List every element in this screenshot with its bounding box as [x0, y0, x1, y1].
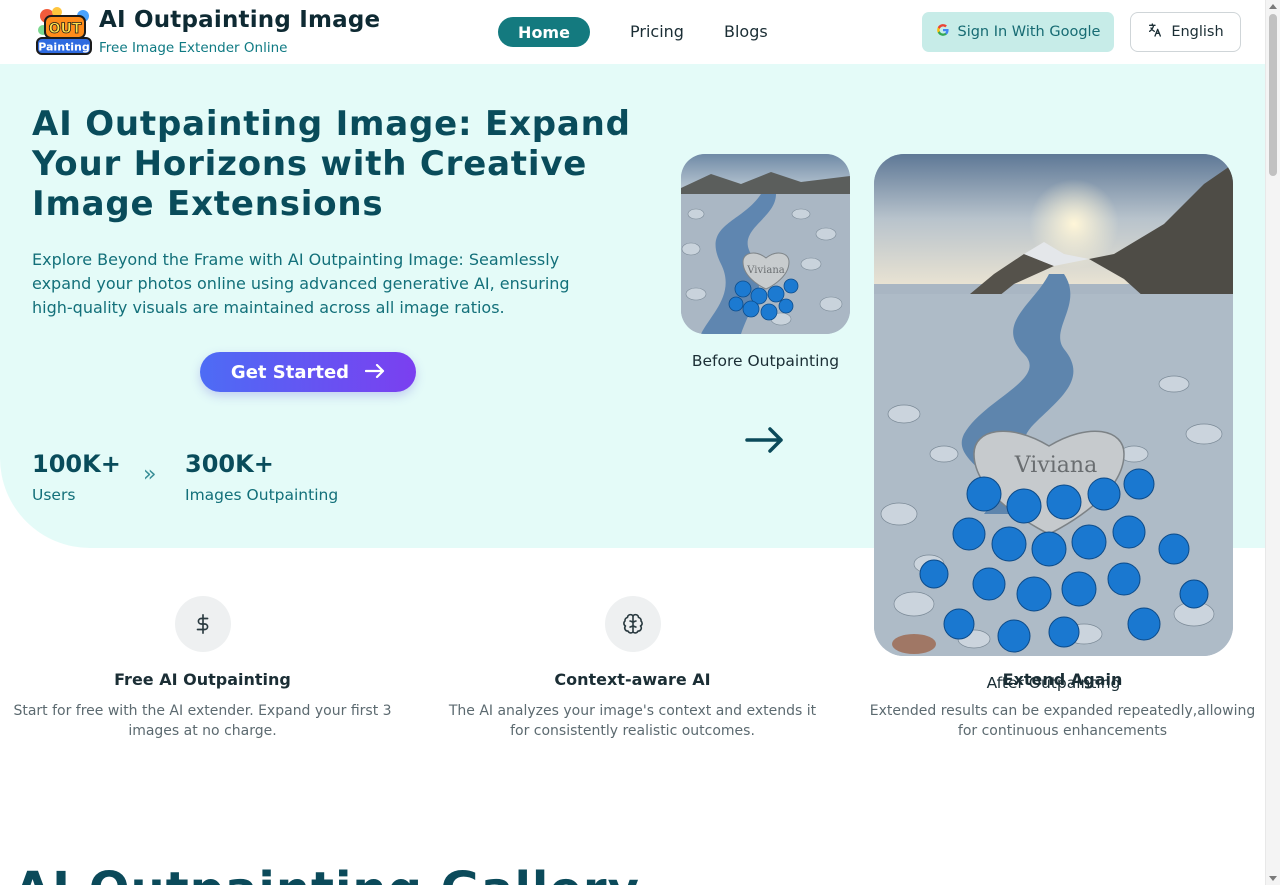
after-caption: After Outpainting — [986, 674, 1121, 692]
brand-title[interactable]: AI Outpainting Image — [99, 7, 380, 33]
feature-title-context: Context-aware AI — [554, 670, 711, 689]
stone-engraving: Viviana — [746, 265, 784, 276]
page-scrollbar[interactable] — [1265, 0, 1280, 885]
svg-text:Painting: Painting — [38, 41, 90, 54]
stone-engraving: Viviana — [1014, 453, 1097, 478]
svg-text:OUT: OUT — [49, 21, 82, 37]
arrow-right-icon — [744, 420, 786, 464]
hero-title: AI Outpainting Image: Expand Your Horizo… — [32, 104, 631, 224]
sign-in-label: Sign In With Google — [957, 24, 1101, 40]
scroll-up-icon[interactable] — [1269, 4, 1277, 9]
dollar-icon — [175, 596, 231, 652]
before-outpainting-image: Viviana — [681, 154, 850, 334]
stat-users-label: Users — [32, 486, 76, 504]
after-outpainting-image: Viviana — [874, 154, 1233, 656]
before-caption: Before Outpainting — [691, 352, 840, 370]
language-button[interactable]: English — [1130, 12, 1241, 52]
feature-desc-context: The AI analyzes your image's context and… — [448, 703, 817, 739]
feature-title-free: Free AI Outpainting — [114, 670, 291, 689]
site-logo[interactable]: OUT Painting — [35, 6, 93, 56]
feature-desc-free: Start for free with the AI extender. Exp… — [13, 703, 392, 739]
stat-users-value: 100K+ — [32, 450, 121, 478]
scroll-down-icon[interactable] — [1269, 876, 1277, 881]
get-started-button[interactable]: Get Started — [200, 352, 416, 392]
gallery-title: AI Outpainting Gallery — [14, 862, 640, 885]
sign-in-google-button[interactable]: Sign In With Google — [922, 12, 1114, 52]
hero-description: Explore Beyond the Frame with AI Outpain… — [32, 250, 570, 317]
stat-images-value: 300K+ — [185, 450, 274, 478]
cta-label: Get Started — [230, 361, 350, 383]
stat-images-label: Images Outpainting — [185, 486, 339, 504]
arrow-right-icon — [364, 362, 385, 383]
nav-pricing[interactable]: Pricing — [630, 22, 684, 41]
scroll-thumb[interactable] — [1269, 14, 1277, 176]
brand-subtitle: Free Image Extender Online — [99, 40, 288, 56]
brain-icon — [605, 596, 661, 652]
translate-icon — [1147, 22, 1163, 42]
google-icon — [936, 23, 950, 41]
nav-blogs[interactable]: Blogs — [724, 22, 768, 41]
nav-home[interactable]: Home — [498, 17, 590, 47]
site-header: OUT Painting AI Outpainting Image Free I… — [0, 0, 1265, 64]
feature-desc-extend: Extended results can be expanded repeate… — [869, 703, 1256, 739]
double-chevron-icon: » — [143, 462, 157, 487]
language-label: English — [1171, 24, 1224, 40]
